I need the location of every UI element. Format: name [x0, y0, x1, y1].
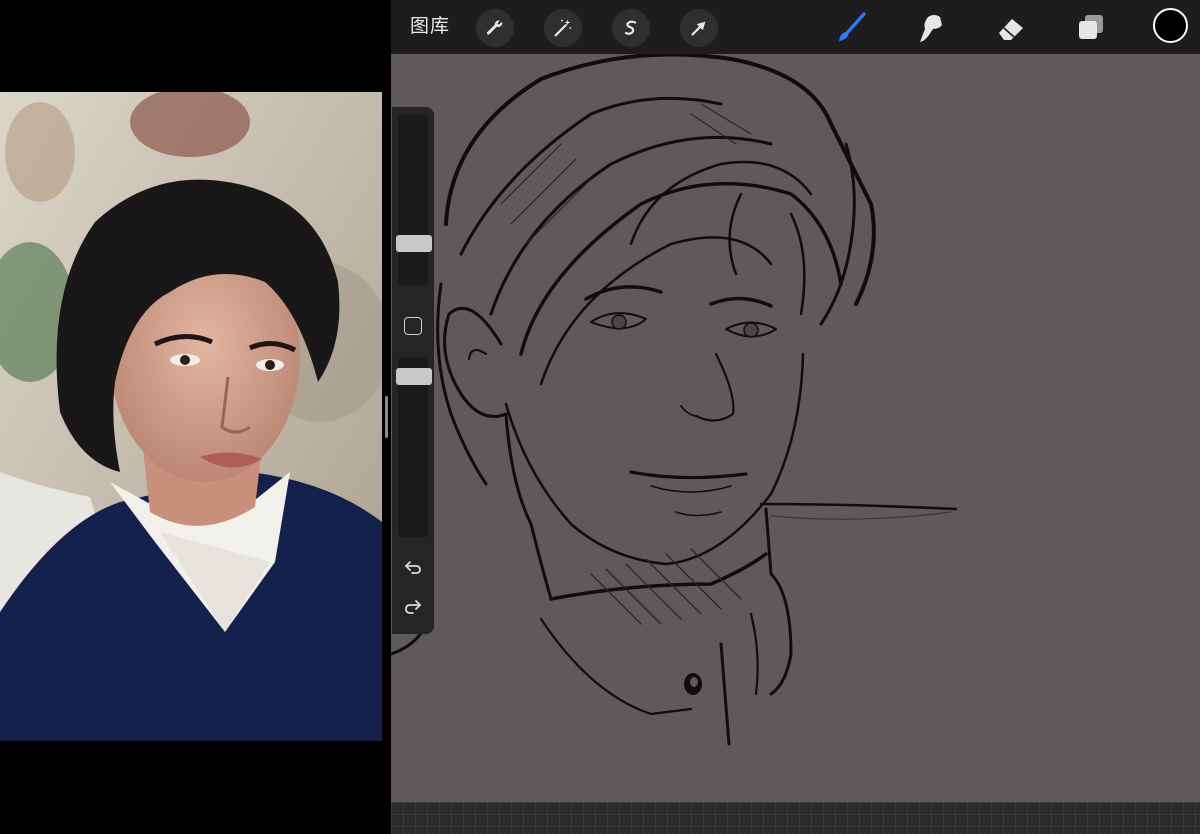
wrench-icon	[486, 20, 503, 35]
procreate-app: 图库	[391, 0, 1200, 834]
layers-button[interactable]	[1071, 8, 1111, 48]
arrow-cursor-icon	[691, 21, 706, 36]
smudge-tool-button[interactable]	[911, 8, 951, 48]
smudge-icon	[920, 15, 942, 42]
magic-wand-icon	[554, 19, 572, 37]
eraser-icon	[999, 19, 1023, 40]
top-toolbar: 图库	[391, 0, 1200, 54]
actions-button[interactable]	[476, 9, 514, 47]
modify-button[interactable]	[404, 317, 422, 335]
opacity-thumb[interactable]	[396, 368, 432, 385]
redo-icon	[405, 600, 422, 614]
split-view-handle[interactable]	[385, 396, 388, 438]
undo-button[interactable]	[401, 554, 425, 578]
brush-icon	[839, 12, 866, 41]
adjustments-button[interactable]	[544, 9, 582, 47]
reference-pane	[0, 0, 386, 834]
selection-s-icon	[624, 20, 637, 35]
brush-tool-button[interactable]	[831, 8, 871, 48]
brush-size-thumb[interactable]	[396, 235, 432, 252]
transform-button[interactable]	[680, 9, 718, 47]
side-toolbar	[392, 107, 434, 634]
undo-icon	[404, 561, 421, 574]
reference-photo-image	[0, 92, 382, 741]
reference-photo	[0, 92, 382, 741]
brush-size-slider[interactable]	[398, 115, 428, 285]
gallery-button[interactable]: 图库	[410, 14, 450, 38]
color-picker-button[interactable]	[1153, 8, 1188, 43]
canvas-bottom-edge	[391, 802, 1200, 834]
selection-button[interactable]	[612, 9, 650, 47]
redo-button[interactable]	[401, 596, 425, 620]
eraser-tool-button[interactable]	[991, 8, 1031, 48]
sketch-artwork	[391, 54, 958, 746]
layers-icon	[1079, 15, 1103, 39]
drawing-canvas[interactable]	[391, 54, 1200, 802]
